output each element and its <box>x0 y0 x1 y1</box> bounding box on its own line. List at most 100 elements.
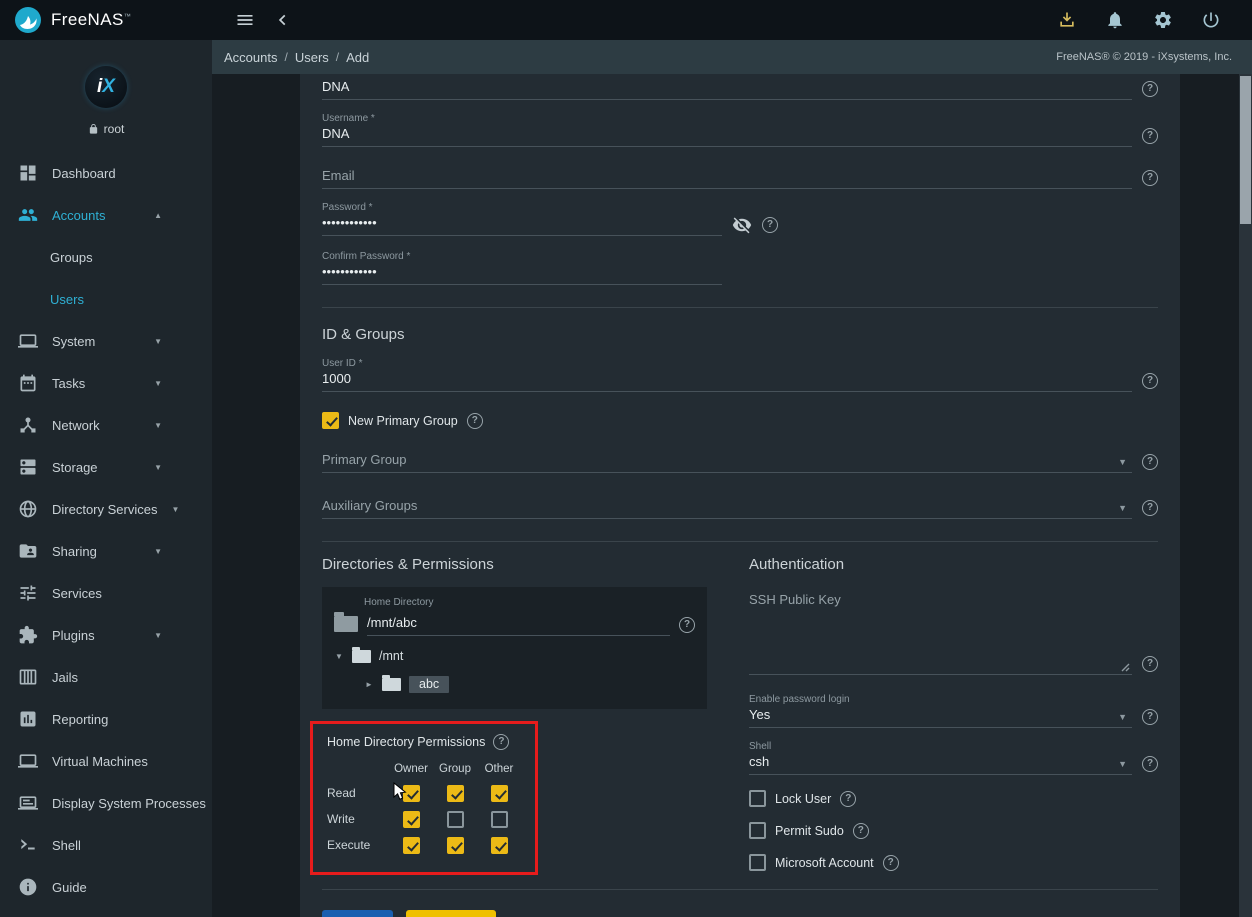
freenas-logo[interactable]: FreeNAS™ <box>0 0 212 40</box>
sidebar-item-dashboard[interactable]: Dashboard <box>0 152 212 194</box>
folder-icon <box>382 678 401 691</box>
info-icon <box>18 877 38 897</box>
sidebar-item-directory-services[interactable]: Directory Services ▼ <box>0 488 212 530</box>
help-icon[interactable]: ? <box>1142 500 1158 516</box>
calendar-icon <box>18 373 38 393</box>
tree-node-abc[interactable]: ► abc <box>364 676 695 693</box>
lock-icon <box>88 123 99 135</box>
sidebar-item-services[interactable]: Services <box>0 572 212 614</box>
help-icon[interactable]: ? <box>1142 81 1158 97</box>
microsoft-account-checkbox[interactable] <box>749 854 766 871</box>
sidebar-item-reporting[interactable]: Reporting <box>0 698 212 740</box>
sidebar-item-system[interactable]: System ▼ <box>0 320 212 362</box>
sidebar-item-guide[interactable]: Guide <box>0 866 212 908</box>
power-icon[interactable] <box>1196 5 1226 35</box>
accounts-people-icon <box>18 205 38 225</box>
save-button[interactable]: SAVE <box>322 910 393 917</box>
primary-group-select[interactable]: Primary Group ▼ <box>322 451 1132 473</box>
chevron-down-icon: ▼ <box>154 547 162 556</box>
menu-toggle-button[interactable] <box>230 5 260 35</box>
lock-user-checkbox[interactable] <box>749 790 766 807</box>
perm-execute-other-checkbox[interactable] <box>491 837 508 854</box>
settings-gear-icon[interactable] <box>1148 5 1178 35</box>
top-bar: FreeNAS™ <box>0 0 1252 40</box>
chevron-down-icon: ▼ <box>154 421 162 430</box>
breadcrumb-users[interactable]: Users <box>295 50 329 65</box>
sidebar-item-storage[interactable]: Storage ▼ <box>0 446 212 488</box>
network-hub-icon <box>18 415 38 435</box>
permit-sudo-checkbox[interactable] <box>749 822 766 839</box>
perm-read-owner-checkbox[interactable] <box>403 785 420 802</box>
annotation-red-box: Home Directory Permissions ? Owner Group… <box>310 721 538 875</box>
perm-read-group-checkbox[interactable] <box>447 785 464 802</box>
sidebar-item-virtual-machines[interactable]: Virtual Machines <box>0 740 212 782</box>
notifications-bell-icon[interactable] <box>1100 5 1130 35</box>
help-icon[interactable]: ? <box>883 855 899 871</box>
fullname-field[interactable]: DNA <box>322 78 1132 100</box>
copyright-text: FreeNAS® © 2019 - iXsystems, Inc. <box>1056 51 1240 63</box>
perm-write-group-checkbox[interactable] <box>447 811 464 828</box>
help-icon[interactable]: ? <box>1142 373 1158 389</box>
help-icon[interactable]: ? <box>493 734 509 750</box>
help-icon[interactable]: ? <box>679 617 695 633</box>
auxiliary-groups-select[interactable]: Auxiliary Groups ▼ <box>322 497 1132 519</box>
help-icon[interactable]: ? <box>1142 128 1158 144</box>
enable-password-login-select[interactable]: Enable password login Yes ▼ <box>749 693 1132 728</box>
processes-monitor-icon <box>18 793 38 813</box>
scrollbar-thumb[interactable] <box>1240 76 1251 224</box>
help-icon[interactable]: ? <box>1142 454 1158 470</box>
help-icon[interactable]: ? <box>840 791 856 807</box>
confirm-password-field[interactable]: Confirm Password * •••••••••••• <box>322 250 722 285</box>
permissions-grid: Owner Group Other Read <box>327 758 521 858</box>
password-field[interactable]: Password * •••••••••••• <box>322 201 722 236</box>
chevron-down-icon: ▼ <box>154 337 162 346</box>
perm-execute-group-checkbox[interactable] <box>447 837 464 854</box>
sidebar-item-accounts[interactable]: Accounts ▲ <box>0 194 212 236</box>
user-id-field[interactable]: User ID * 1000 <box>322 357 1132 392</box>
ix-logo: iX <box>85 66 127 108</box>
email-field[interactable]: Email <box>322 167 1132 189</box>
monitor-icon <box>18 331 38 351</box>
cancel-button[interactable]: CANCEL <box>406 910 496 917</box>
sidebar-item-jails[interactable]: Jails <box>0 656 212 698</box>
perm-write-owner-checkbox[interactable] <box>403 811 420 828</box>
vertical-scrollbar[interactable] <box>1239 74 1252 917</box>
resize-handle-icon[interactable] <box>1121 663 1130 672</box>
help-icon[interactable]: ? <box>1142 709 1158 725</box>
username-field[interactable]: Username * DNA <box>322 112 1132 147</box>
sidebar-item-sharing[interactable]: Sharing ▼ <box>0 530 212 572</box>
perm-write-other-checkbox[interactable] <box>491 811 508 828</box>
sidebar-item-plugins[interactable]: Plugins ▼ <box>0 614 212 656</box>
sidebar-item-tasks[interactable]: Tasks ▼ <box>0 362 212 404</box>
new-primary-group-checkbox[interactable] <box>322 412 339 429</box>
tree-collapsed-icon[interactable]: ► <box>364 680 374 689</box>
sidebar-item-users[interactable]: Users <box>0 278 212 320</box>
sidebar-item-display-system-processes[interactable]: Display System Processes <box>0 782 212 824</box>
pending-tasks-icon[interactable] <box>1052 5 1082 35</box>
section-divider <box>322 541 1158 542</box>
toggle-password-visibility-icon[interactable] <box>732 215 752 235</box>
breadcrumb-accounts[interactable]: Accounts <box>224 50 277 65</box>
sidebar-item-shell[interactable]: Shell <box>0 824 212 866</box>
perm-read-other-checkbox[interactable] <box>491 785 508 802</box>
home-directory-field[interactable]: /mnt/abc <box>367 614 670 636</box>
chevron-down-icon: ▼ <box>154 463 162 472</box>
help-icon[interactable]: ? <box>1142 756 1158 772</box>
perm-execute-owner-checkbox[interactable] <box>403 837 420 854</box>
help-icon[interactable]: ? <box>762 217 778 233</box>
tree-node-mnt[interactable]: ▼ /mnt <box>334 649 695 663</box>
help-icon[interactable]: ? <box>853 823 869 839</box>
help-icon[interactable]: ? <box>467 413 483 429</box>
shell-select[interactable]: Shell csh ▼ <box>749 740 1132 775</box>
sidebar-item-groups[interactable]: Groups <box>0 236 212 278</box>
help-icon[interactable]: ? <box>1142 170 1158 186</box>
tree-expanded-icon[interactable]: ▼ <box>334 652 344 661</box>
help-icon[interactable]: ? <box>1142 656 1158 672</box>
folder-icon <box>352 650 371 663</box>
jail-bars-icon <box>18 667 38 687</box>
ssh-public-key-field[interactable]: SSH Public Key <box>749 591 1132 675</box>
sidebar-item-network[interactable]: Network ▼ <box>0 404 212 446</box>
freenas-shark-icon <box>14 6 42 34</box>
section-divider <box>322 307 1158 308</box>
sidebar-collapse-button[interactable] <box>268 5 298 35</box>
